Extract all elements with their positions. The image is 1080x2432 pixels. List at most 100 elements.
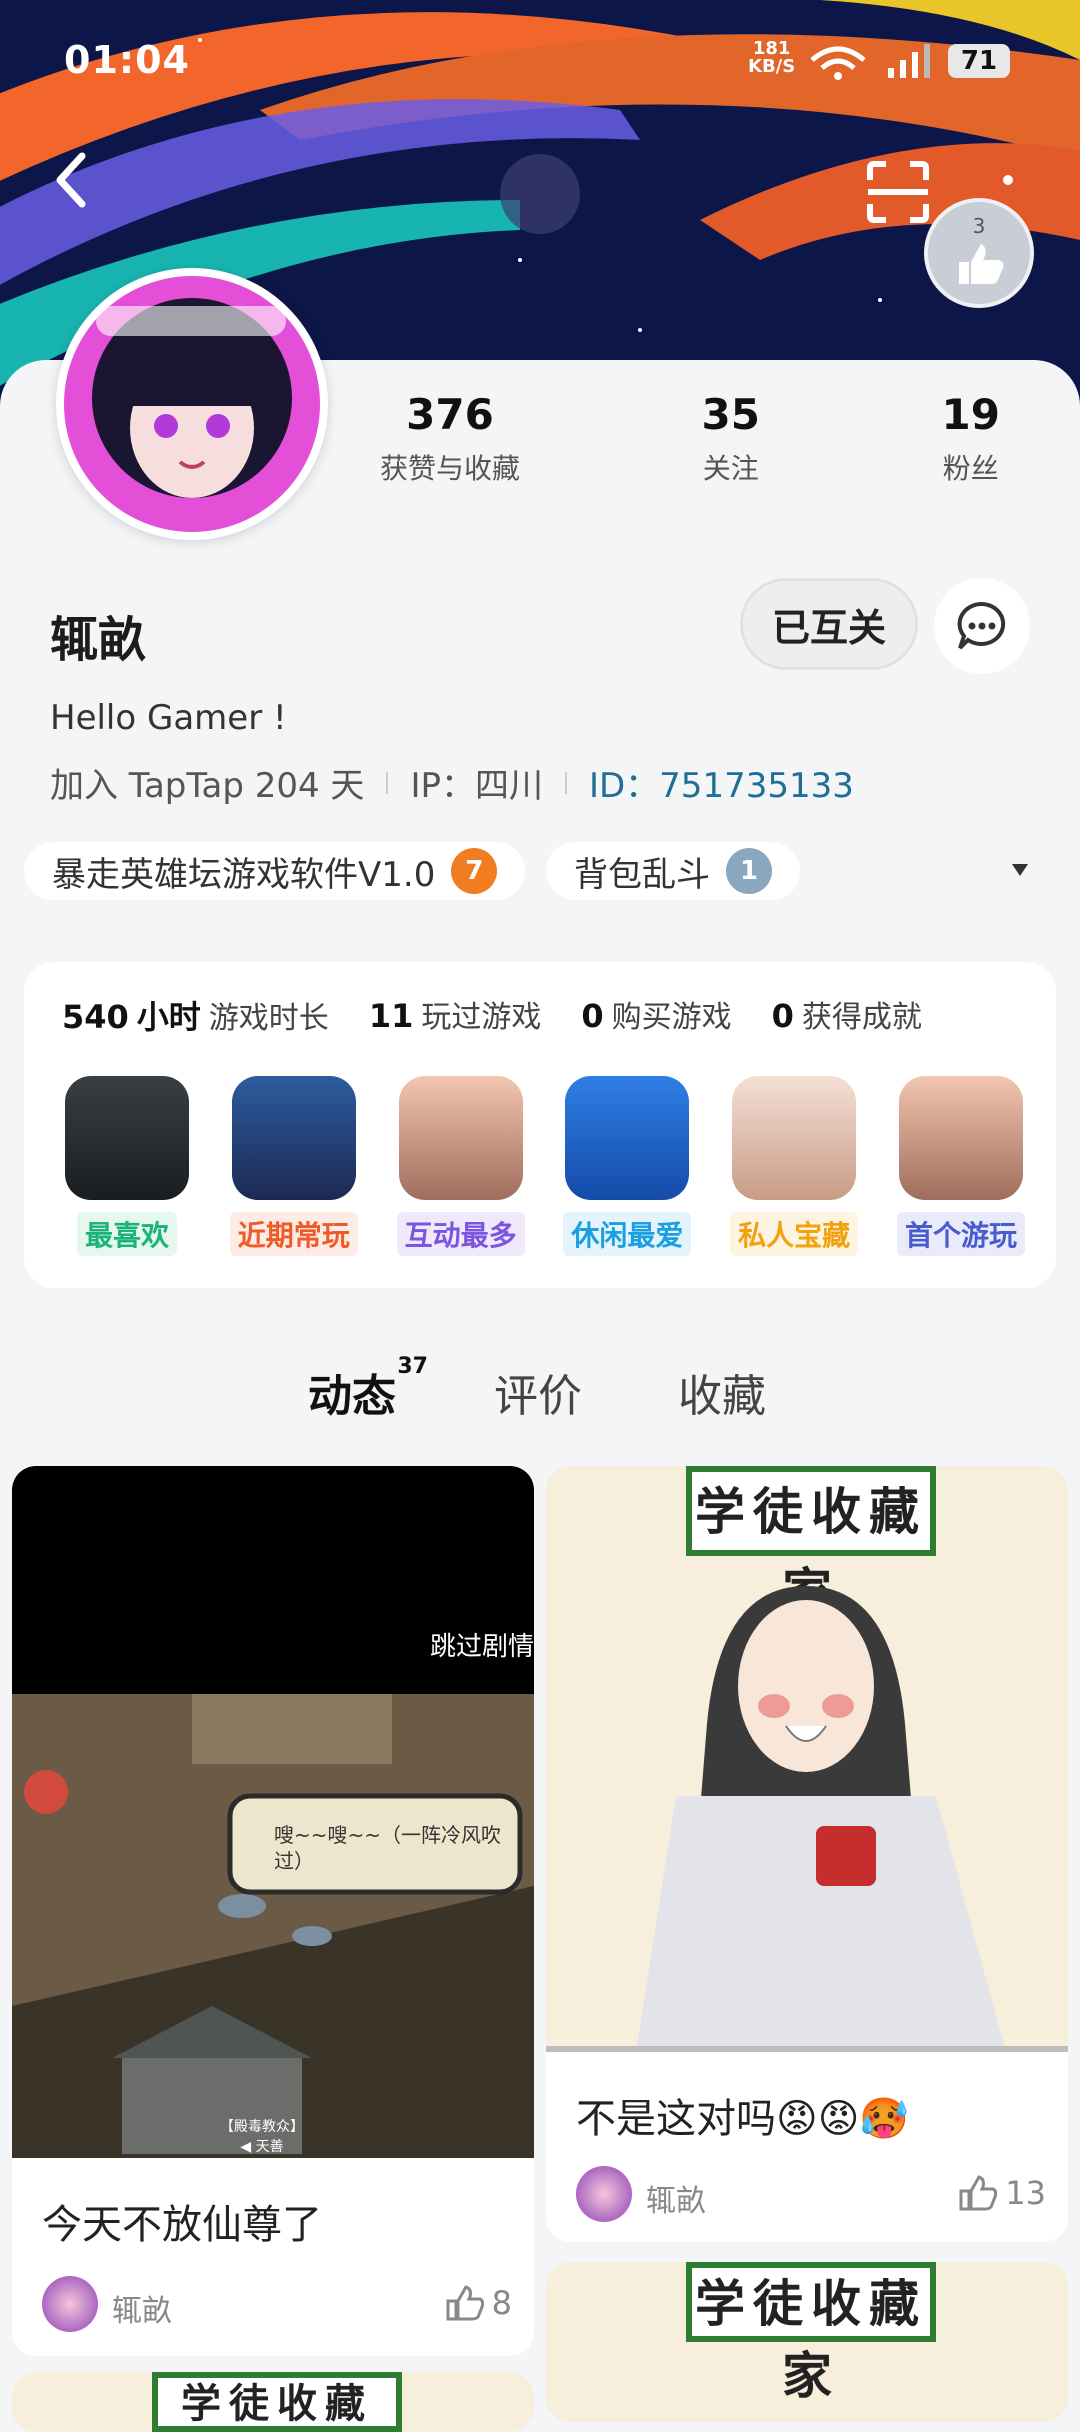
- summary-played: 11 玩过游戏: [369, 992, 542, 1038]
- game-label: 近期常玩: [229, 1212, 358, 1256]
- profile-name: 辄畝: [50, 612, 147, 668]
- game-summary-panel: 540 小时 游戏时长 11 玩过游戏 0 购买游戏 0 获得成就 最喜欢 近期常玩 互动…: [24, 962, 1056, 1288]
- post-card[interactable]: 学徒收藏家: [546, 2262, 1068, 2422]
- summary-played-value: 11: [368, 997, 414, 1035]
- summary-bought-label: 购买游戏: [611, 1000, 732, 1035]
- network-speed: 181 KB/S: [748, 40, 795, 76]
- collector-banner: 学徒收藏家: [686, 2262, 936, 2405]
- author-name[interactable]: 辄畝: [646, 2176, 706, 2220]
- game-icon: [565, 1076, 690, 1200]
- t-level-badge: 1: [726, 848, 772, 894]
- badge-level: 3: [972, 214, 986, 238]
- avatar-image: [64, 276, 320, 532]
- game-interaction[interactable]: 互动最多: [378, 1076, 544, 1256]
- stat-label: 粉丝: [942, 452, 999, 485]
- post-card[interactable]: 学徒收藏家: [12, 2372, 534, 2432]
- status-time: 01:04: [64, 38, 190, 82]
- mutual-follow-button[interactable]: 已互关: [740, 578, 918, 670]
- game-icon: [398, 1076, 523, 1200]
- net-speed-unit: KB/S: [748, 56, 796, 77]
- profile-meta: 加入 TapTap 204 天 IP：四川 ID：751735133: [50, 758, 854, 807]
- stat-followers[interactable]: 19 粉丝: [942, 390, 1000, 510]
- game-first[interactable]: 首个游玩: [878, 1076, 1044, 1256]
- post-card[interactable]: 跳过剧情 嗖~~嗖~~（一阵冷风吹过） 【殿毒教众】 ◀ 天善 今天不放仙尊了 …: [12, 1466, 534, 2356]
- joined-days: 加入 TapTap 204 天: [50, 766, 365, 806]
- t-level-badge: 7: [451, 848, 498, 894]
- user-id[interactable]: ID：751735133: [589, 758, 854, 807]
- dialogue-bubble: 嗖~~嗖~~（一阵冷风吹过）: [274, 1823, 502, 1873]
- game-tag[interactable]: 暴走英雄坛游戏软件V1.0 7: [24, 842, 526, 900]
- like-button[interactable]: 13: [957, 2174, 1046, 2212]
- back-icon[interactable]: [52, 150, 92, 210]
- like-count: 8: [491, 2284, 512, 2322]
- dropdown-icon[interactable]: [1010, 862, 1030, 878]
- game-favorite[interactable]: 最喜欢: [44, 1076, 210, 1256]
- summary-hours-unit: 小时: [136, 998, 201, 1036]
- game-label: 私人宝藏: [730, 1212, 859, 1256]
- game-label: 最喜欢: [76, 1212, 177, 1256]
- summary-hours-label: 游戏时长: [208, 1001, 329, 1036]
- stat-value: 19: [941, 390, 1000, 439]
- game-tag-label: 背包乱斗: [574, 854, 710, 895]
- stat-value: 35: [701, 390, 760, 439]
- profile-bio: Hello Gamer !: [50, 698, 287, 738]
- author-avatar[interactable]: [42, 2276, 98, 2332]
- scene-sign: 【殿毒教众】 ◀ 天善: [220, 2119, 304, 2155]
- divider: [564, 771, 567, 794]
- game-tag-label: 暴走英雄坛游戏软件V1.0: [52, 854, 436, 895]
- post-title: 今天不放仙尊了: [42, 2202, 322, 2248]
- profile-stats: 376 获赞与收藏 35 关注 19 粉丝: [380, 390, 1000, 510]
- collector-banner: 学徒收藏家: [152, 2372, 402, 2432]
- post-image: 跳过剧情 嗖~~嗖~~（一阵冷风吹过） 【殿毒教众】 ◀ 天善: [12, 1466, 534, 2158]
- thumbs-up-icon: [959, 244, 1004, 284]
- divider: [386, 771, 389, 794]
- tab-posts[interactable]: 动态 37: [308, 1354, 428, 1430]
- author-avatar[interactable]: [576, 2166, 632, 2222]
- summary-achieve-label: 获得成就: [801, 1000, 922, 1035]
- author-name[interactable]: 辄畝: [112, 2286, 172, 2330]
- post-card[interactable]: 学徒收藏家 不是这对吗😡😡🥵 辄畝 13: [546, 1466, 1068, 2242]
- game-icon: [732, 1076, 857, 1200]
- tab-label: 评价: [494, 1371, 582, 1422]
- game-icon: [65, 1076, 189, 1200]
- game-treasure[interactable]: 私人宝藏: [711, 1076, 877, 1256]
- game-label: 互动最多: [396, 1212, 525, 1256]
- thumbs-up-icon: [446, 2285, 484, 2321]
- tab-count: 37: [397, 1354, 428, 1379]
- status-bar: 01:04 181 KB/S 71: [0, 0, 1080, 120]
- scene-illustration: [12, 1694, 534, 2158]
- stat-following[interactable]: 35 关注: [702, 390, 760, 510]
- summary-bought: 0 购买游戏: [581, 992, 731, 1038]
- tab-reviews[interactable]: 评价: [494, 1360, 582, 1424]
- like-button[interactable]: 8: [444, 2284, 512, 2322]
- summary-hours-value: 540: [62, 998, 129, 1036]
- scan-icon[interactable]: [866, 160, 930, 224]
- stat-label: 关注: [702, 452, 759, 485]
- achievement-badge[interactable]: 3: [924, 198, 1034, 308]
- character-illustration: [546, 1586, 1068, 2052]
- avatar[interactable]: [56, 268, 328, 540]
- game-icon: [898, 1076, 1023, 1200]
- game-recent[interactable]: 近期常玩: [211, 1076, 377, 1256]
- tab-label: 动态: [308, 1371, 396, 1422]
- stat-likes[interactable]: 376 获赞与收藏: [380, 390, 520, 510]
- battery-indicator: 71: [948, 44, 1010, 78]
- tab-label: 收藏: [678, 1371, 766, 1422]
- game-label: 休闲最爱: [563, 1212, 692, 1256]
- game-casual[interactable]: 休闲最爱: [544, 1076, 710, 1256]
- content-tabs: 动态 37 评价 收藏: [0, 1354, 1080, 1440]
- skip-story-label[interactable]: 跳过剧情: [430, 1626, 534, 1663]
- game-showcase: 最喜欢 近期常玩 互动最多 休闲最爱 私人宝藏 首个游玩: [44, 1076, 1044, 1256]
- tab-favorites[interactable]: 收藏: [678, 1360, 766, 1424]
- like-count: 13: [1005, 2174, 1046, 2212]
- message-button[interactable]: [934, 578, 1030, 674]
- game-summary-stats: 540 小时 游戏时长 11 玩过游戏 0 购买游戏 0 获得成就: [62, 992, 922, 1038]
- summary-hours: 540 小时 游戏时长: [62, 992, 329, 1038]
- game-tag[interactable]: 背包乱斗 1: [546, 842, 800, 900]
- stat-label: 获赞与收藏: [380, 452, 521, 485]
- ip-location: IP：四川: [410, 766, 543, 806]
- summary-played-label: 玩过游戏: [421, 1000, 542, 1035]
- signal-icon: [810, 44, 930, 80]
- post-image: 学徒收藏家: [546, 1466, 1068, 2052]
- game-tags: 暴走英雄坛游戏软件V1.0 7 背包乱斗 1: [24, 842, 1054, 900]
